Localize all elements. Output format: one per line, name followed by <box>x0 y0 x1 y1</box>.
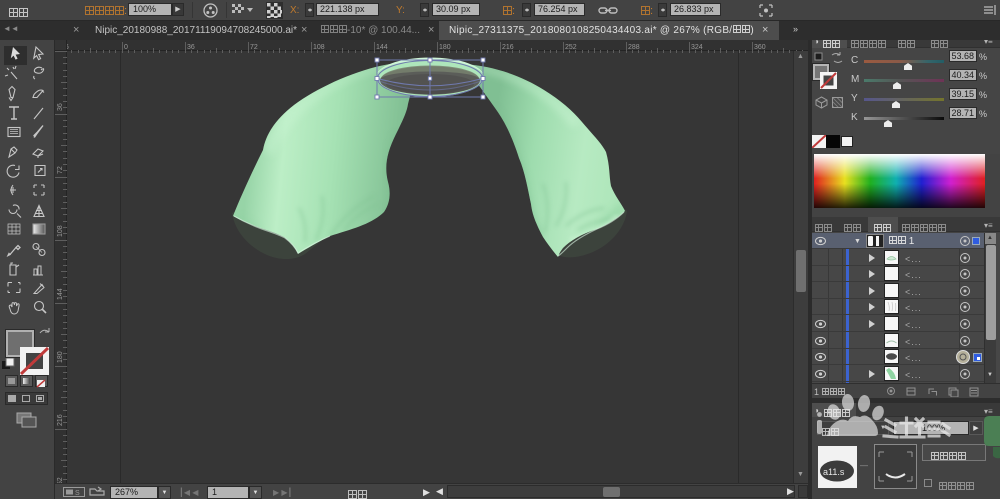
svg-text:S: S <box>75 490 80 497</box>
